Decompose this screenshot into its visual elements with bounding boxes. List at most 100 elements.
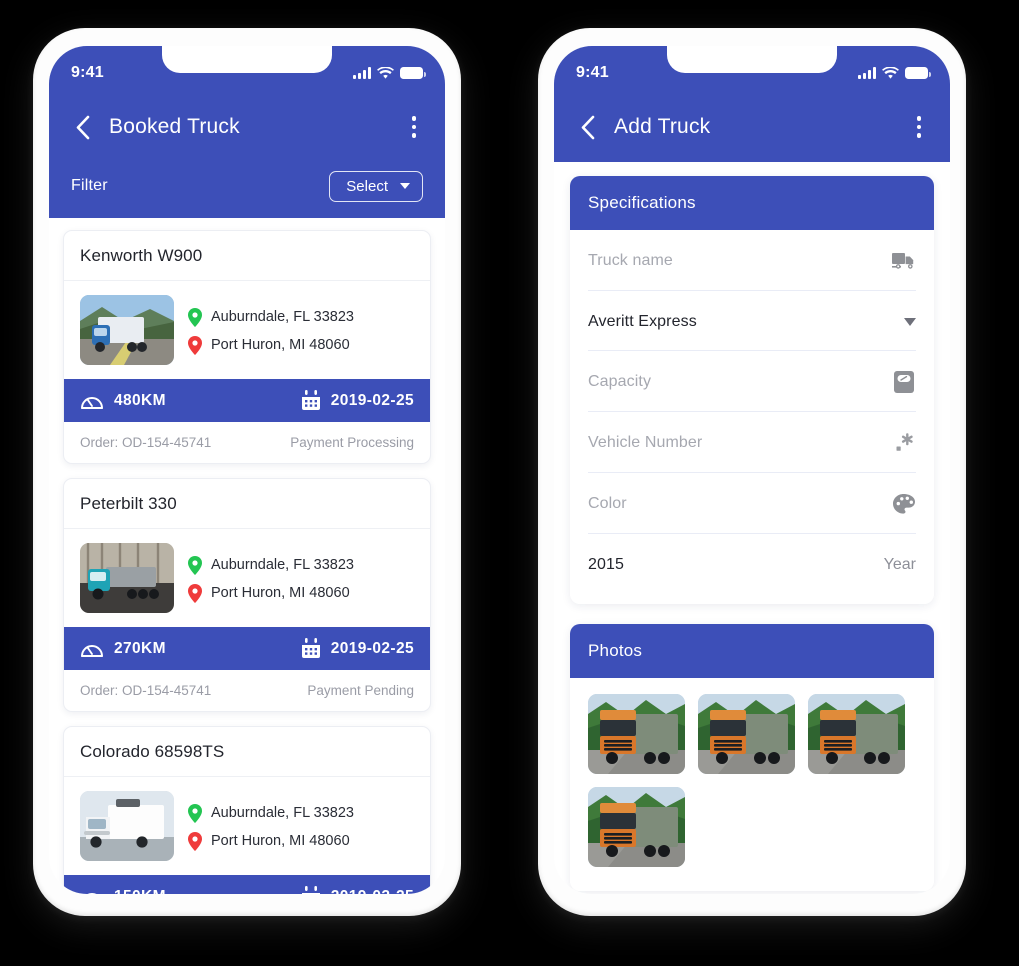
card-title: Kenworth W900 xyxy=(64,231,430,281)
booked-truck-list[interactable]: Kenworth W900 Auburndale, FL 33823 Port … xyxy=(49,218,445,894)
route-origin: Auburndale, FL 33823 xyxy=(188,307,354,327)
location-pin-icon xyxy=(188,307,202,327)
notch xyxy=(162,46,332,73)
status-clock: 9:41 xyxy=(71,64,104,81)
calendar-icon xyxy=(301,638,320,658)
capacity-label: Capacity xyxy=(588,373,652,390)
destination-text: Port Huron, MI 48060 xyxy=(211,833,350,849)
specifications-panel: Specifications Truck name Averitt Expres… xyxy=(570,176,934,604)
filter-label: Filter xyxy=(71,177,108,194)
card-title: Colorado 68598TS xyxy=(64,727,430,777)
kebab-menu-icon[interactable] xyxy=(908,114,930,140)
list-item[interactable] xyxy=(588,787,685,867)
calendar-icon xyxy=(301,886,320,894)
table-row[interactable]: Peterbilt 330 Auburndale, FL 33823 Port … xyxy=(63,478,431,712)
card-footer: Order: OD-154-45741 Payment Pending xyxy=(64,670,430,711)
status-bar: 9:41 xyxy=(554,46,950,92)
speedometer-icon xyxy=(81,644,103,657)
route-list: Auburndale, FL 33823 Port Huron, MI 4806… xyxy=(188,306,354,355)
app-bar-booked: Booked Truck xyxy=(49,92,445,162)
date-text: 2019-02-25 xyxy=(330,639,414,657)
route-destination: Port Huron, MI 48060 xyxy=(188,335,354,355)
list-item[interactable] xyxy=(698,694,795,774)
distance-text: 480KM xyxy=(114,391,166,409)
origin-text: Auburndale, FL 33823 xyxy=(211,805,354,821)
status-icons xyxy=(353,59,426,80)
location-pin-icon xyxy=(188,831,202,851)
date-text: 2019-02-25 xyxy=(330,391,414,409)
screen-add-truck: 9:41 Add Truck Specifications Truck name… xyxy=(554,46,950,894)
order-id: Order: OD-154-45741 xyxy=(80,683,212,698)
vehicle-number-field[interactable]: Vehicle Number xyxy=(588,412,916,473)
page-title: Booked Truck xyxy=(109,115,240,138)
truck-name-label: Truck name xyxy=(588,252,673,269)
photos-header: Photos xyxy=(570,624,934,678)
chevron-down-icon xyxy=(400,183,410,189)
destination-text: Port Huron, MI 48060 xyxy=(211,585,350,601)
route-origin: Auburndale, FL 33823 xyxy=(188,803,354,823)
table-row[interactable]: Kenworth W900 Auburndale, FL 33823 Port … xyxy=(63,230,431,464)
kebab-menu-icon[interactable] xyxy=(403,114,425,140)
speedometer-icon xyxy=(81,396,103,409)
list-item[interactable] xyxy=(588,694,685,774)
company-select-field[interactable]: Averitt Express xyxy=(588,291,916,351)
asterisk-number-icon xyxy=(896,433,913,451)
speedometer-icon xyxy=(86,892,98,894)
delivery-truck-icon xyxy=(892,253,914,269)
list-item[interactable] xyxy=(808,694,905,774)
location-pin-icon xyxy=(188,583,202,603)
status-bar: 9:41 xyxy=(49,46,445,92)
route-origin: Auburndale, FL 33823 xyxy=(188,555,354,575)
truck-thumbnail xyxy=(80,543,174,613)
wifi-icon xyxy=(882,66,899,79)
chevron-down-icon xyxy=(904,317,916,326)
signal-bars-icon xyxy=(858,67,876,79)
location-pin-icon xyxy=(188,555,202,575)
status-badge: Payment Processing xyxy=(290,435,414,450)
card-body: Auburndale, FL 33823 Port Huron, MI 4806… xyxy=(64,529,430,627)
route-destination: Port Huron, MI 48060 xyxy=(188,583,354,603)
photos-grid[interactable] xyxy=(570,678,934,891)
specifications-header: Specifications xyxy=(570,176,934,230)
add-truck-form[interactable]: Specifications Truck name Averitt Expres… xyxy=(554,162,950,894)
wifi-icon xyxy=(377,66,394,79)
table-row[interactable]: Colorado 68598TS Auburndale, FL 33823 Po… xyxy=(63,726,431,894)
app-bar-add-truck: Add Truck xyxy=(554,92,950,162)
back-chevron-icon[interactable] xyxy=(574,114,600,140)
specifications-fields: Truck name Averitt Express Capacity Vehi… xyxy=(570,230,934,604)
battery-icon xyxy=(905,67,931,79)
origin-text: Auburndale, FL 33823 xyxy=(211,309,354,325)
route-list: Auburndale, FL 33823 Port Huron, MI 4806… xyxy=(188,554,354,603)
distance-group: 480KM xyxy=(80,391,166,411)
order-id: Order: OD-154-45741 xyxy=(80,435,212,450)
status-badge: Payment Pending xyxy=(307,683,414,698)
phone-left-booked-truck: 9:41 Booked Truck Filter Select Kenworth… xyxy=(33,28,461,916)
destination-text: Port Huron, MI 48060 xyxy=(211,337,350,353)
capacity-field[interactable]: Capacity xyxy=(588,351,916,412)
vehicle-number-label: Vehicle Number xyxy=(588,434,703,451)
location-pin-icon xyxy=(188,335,202,355)
filter-select-dropdown[interactable]: Select xyxy=(329,170,423,202)
page-title: Add Truck xyxy=(614,115,711,138)
year-field[interactable]: 2015 Year xyxy=(588,534,916,594)
notch xyxy=(667,46,837,73)
date-group: 2019-02-25 xyxy=(301,638,414,659)
phone-right-add-truck: 9:41 Add Truck Specifications Truck name… xyxy=(538,28,966,916)
back-chevron-icon[interactable] xyxy=(69,114,95,140)
card-body: Auburndale, FL 33823 Port Huron, MI 4806… xyxy=(64,281,430,379)
card-footer: Order: OD-154-45741 Payment Processing xyxy=(64,422,430,463)
origin-text: Auburndale, FL 33823 xyxy=(211,557,354,573)
card-title: Peterbilt 330 xyxy=(64,479,430,529)
location-pin-icon xyxy=(188,803,202,823)
distance-group: 270KM xyxy=(80,639,166,659)
route-destination: Port Huron, MI 48060 xyxy=(188,831,354,851)
year-label: Year xyxy=(883,556,916,573)
truck-name-field[interactable]: Truck name xyxy=(588,230,916,291)
distance-text: 150KM xyxy=(114,888,166,895)
date-group: 2019-02-25 xyxy=(301,390,414,411)
route-list: Auburndale, FL 33823 Port Huron, MI 4806… xyxy=(188,802,354,851)
color-palette-icon xyxy=(893,494,915,514)
truck-thumbnail xyxy=(80,791,174,861)
card-body: Auburndale, FL 33823 Port Huron, MI 4806… xyxy=(64,777,430,875)
color-field[interactable]: Color xyxy=(588,473,916,534)
